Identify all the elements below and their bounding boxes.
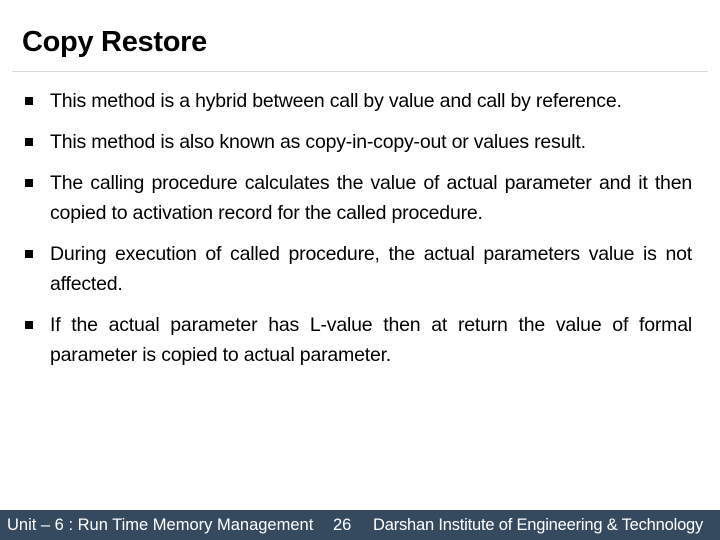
bullet-item: This method is a hybrid between call by … [22,86,692,116]
bullet-item: If the actual parameter has L-value then… [22,310,692,370]
footer-bar: Unit – 6 : Run Time Memory Management 26… [0,510,720,540]
bullet-text: This method is a hybrid between call by … [50,90,622,112]
square-bullet-icon [25,138,33,146]
square-bullet-icon [25,250,33,258]
footer-institute-name: Darshan Institute of Engineering & Techn… [373,516,704,534]
square-bullet-icon [25,321,33,329]
bullet-text: If the actual parameter has L-value then… [50,314,692,366]
square-bullet-icon [25,179,33,187]
footer-unit-label: Unit – 6 : Run Time Memory Management [7,516,314,534]
bullet-text: This method is also known as copy-in-cop… [50,131,586,153]
bullet-text: During execution of called procedure, th… [50,243,692,295]
square-bullet-icon [25,97,33,105]
title-divider [12,71,708,72]
bullet-text: The calling procedure calculates the val… [50,172,692,224]
footer-page-number: 26 [333,516,352,534]
bullet-list: This method is a hybrid between call by … [22,86,692,381]
bullet-item: During execution of called procedure, th… [22,239,692,299]
slide-title: Copy Restore [22,26,207,58]
bullet-item: This method is also known as copy-in-cop… [22,127,692,157]
bullet-item: The calling procedure calculates the val… [22,168,692,228]
